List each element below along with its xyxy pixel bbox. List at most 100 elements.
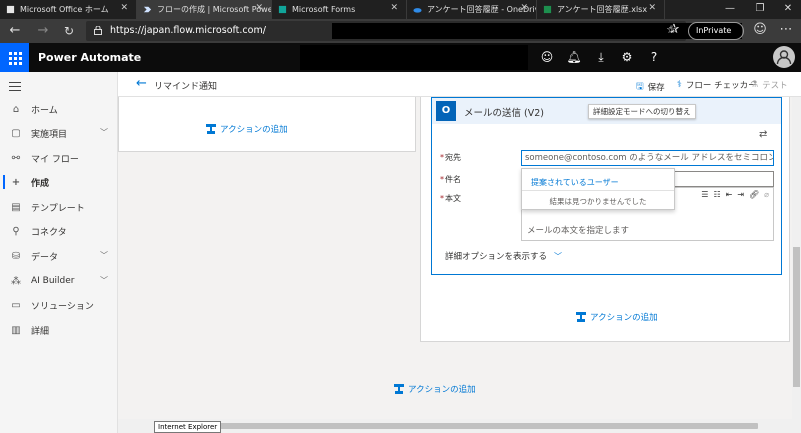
tab-onedrive[interactable]: アンケート回答履歴 - OneDrive ✕ xyxy=(407,0,537,19)
url-input[interactable]: https://japan.flow.microsoft.com/ ☆ xyxy=(86,21,742,41)
sidebar-item-ai-builder[interactable]: ⁂ AI Builder ﹀ xyxy=(0,269,118,293)
inprivate-badge[interactable]: InPrivate xyxy=(688,22,744,40)
avatar[interactable] xyxy=(773,46,795,68)
book-icon: ▥ xyxy=(11,324,21,336)
browser-tab-bar: Microsoft Office ホーム ✕ フローの作成 | Microsof… xyxy=(0,0,801,19)
minimize-icon[interactable]: — xyxy=(715,0,745,19)
add-action-icon xyxy=(576,312,586,322)
clipboard-icon: ▢ xyxy=(11,127,21,139)
chevron-down-icon: ﹀ xyxy=(100,251,108,260)
settings-gear-icon[interactable]: ⚙ xyxy=(613,43,641,72)
notifications-bell-icon[interactable]: 🔔︎ xyxy=(560,43,588,72)
forms-icon xyxy=(278,5,287,14)
app-launcher-icon[interactable] xyxy=(0,43,29,72)
feedback-smiley-icon[interactable]: ☺ xyxy=(533,43,561,72)
save-button[interactable]: 🖫︎ 保存 xyxy=(636,79,665,95)
refresh-icon[interactable]: ↻ xyxy=(60,22,78,40)
solutions-icon: ▭ xyxy=(11,299,21,311)
template-icon: ▤ xyxy=(11,201,21,213)
vertical-scrollbar[interactable] xyxy=(792,97,801,419)
people-suggestion-dropdown: 提案されているユーザー 結果は見つかりませんでした xyxy=(521,168,675,210)
divider xyxy=(522,190,674,191)
ai-builder-icon: ⁂ xyxy=(11,275,21,287)
flow-icon: ⚯ xyxy=(11,152,21,164)
tab-office-home[interactable]: Microsoft Office ホーム ✕ xyxy=(0,0,137,19)
to-input[interactable]: someone@contoso.com のようなメール アドレスをセミコロンで区… xyxy=(521,150,774,166)
forward-arrow-icon[interactable]: → xyxy=(34,22,52,40)
left-nav: ⌂ ホーム ▢ 実施項目 ﹀ ⚯ マイ フロー + 作成 ▤ テンプレート ⚲ … xyxy=(0,72,118,433)
add-action-icon xyxy=(206,124,216,134)
tab-forms[interactable]: Microsoft Forms ✕ xyxy=(272,0,407,19)
excel-icon xyxy=(543,5,552,14)
unlink-icon[interactable]: ⌀ xyxy=(764,190,769,199)
switch-mode-icon[interactable]: ⇄ xyxy=(759,129,767,140)
sidebar-item-my-flows[interactable]: ⚯ マイ フロー xyxy=(0,146,118,170)
bullet-list-icon[interactable]: ☰ xyxy=(701,190,708,199)
close-icon[interactable]: ✕ xyxy=(520,3,528,13)
flow-canvas: アクションの追加 アクションの追加 O メールの送信 (V2) ⇄ *宛先 so… xyxy=(118,97,792,419)
favorites-icon[interactable]: ✰ xyxy=(665,21,683,39)
hamburger-menu-icon[interactable] xyxy=(9,82,21,94)
outdent-icon[interactable]: ⇤ xyxy=(726,190,733,199)
app-name: Power Automate xyxy=(38,51,142,64)
sidebar-item-connectors[interactable]: ⚲ コネクタ xyxy=(0,219,118,243)
flask-icon: ⚗ xyxy=(750,80,759,90)
body-label: *本文 xyxy=(440,194,461,203)
test-button[interactable]: ⚗ テスト xyxy=(750,79,788,91)
link-icon[interactable]: 🔗︎ xyxy=(749,190,759,199)
switch-mode-tooltip: 詳細設定モードへの切り替え xyxy=(588,104,696,119)
sidebar-item-action-items[interactable]: ▢ 実施項目 ﹀ xyxy=(0,121,118,145)
scroll-thumb[interactable] xyxy=(793,247,800,387)
flow-checker-button[interactable]: ⚕ フロー チェッカー xyxy=(677,79,757,91)
save-icon: 🖫︎ xyxy=(636,82,644,92)
subject-label: *件名 xyxy=(440,175,461,184)
editor-toolbar: ☰ ☷ ⇤ ⇥ 🔗︎ ⌀ xyxy=(701,190,769,199)
close-icon[interactable]: ✕ xyxy=(390,3,398,13)
add-action-button[interactable]: アクションの追加 xyxy=(206,123,288,135)
add-action-button[interactable]: アクションの追加 xyxy=(394,383,476,395)
tab-power-automate[interactable]: フローの作成 | Microsoft Power ✕ xyxy=(137,0,272,19)
condition-branch-card: アクションの追加 xyxy=(118,97,416,152)
tab-excel[interactable]: アンケート回答履歴.xlsx ✕ xyxy=(537,0,665,19)
chevron-down-icon: ﹀ xyxy=(100,128,108,137)
back-arrow-icon[interactable]: ← xyxy=(136,76,147,91)
back-arrow-icon[interactable]: ← xyxy=(6,22,24,40)
power-automate-icon xyxy=(143,6,152,13)
close-icon[interactable]: ✕ xyxy=(255,3,263,13)
no-results-text: 結果は見つかりませんでした xyxy=(549,197,647,206)
to-label: *宛先 xyxy=(440,153,461,162)
download-icon[interactable]: ⤓ xyxy=(587,43,615,72)
stethoscope-icon: ⚕ xyxy=(677,80,682,90)
maximize-icon[interactable]: ❐ xyxy=(745,0,775,19)
sidebar-item-data[interactable]: ⛁ データ ﹀ xyxy=(0,244,118,268)
chevron-down-icon: ﹀ xyxy=(554,251,563,261)
sidebar-item-create[interactable]: + 作成 xyxy=(0,170,118,194)
flow-title: リマインド通知 xyxy=(154,82,218,92)
scroll-thumb[interactable] xyxy=(168,423,758,429)
sidebar-item-solutions[interactable]: ▭ ソリューション xyxy=(0,293,118,317)
show-advanced-options[interactable]: 詳細オプションを表示する ﹀ xyxy=(445,250,563,263)
close-icon[interactable]: ✕ xyxy=(120,3,128,13)
add-action-button[interactable]: アクションの追加 xyxy=(576,311,658,323)
lock-icon xyxy=(94,26,102,35)
office-icon xyxy=(6,5,15,14)
card-title: メールの送信 (V2) xyxy=(464,108,544,119)
ie-tooltip: Internet Explorer xyxy=(154,421,222,433)
help-icon[interactable]: ? xyxy=(640,43,668,72)
more-menu-icon[interactable]: ⋯ xyxy=(777,21,795,39)
indent-icon[interactable]: ⇥ xyxy=(737,190,744,199)
sidebar-item-home[interactable]: ⌂ ホーム xyxy=(0,97,118,121)
window-close-icon[interactable]: ✕ xyxy=(773,0,801,19)
sidebar-item-learn[interactable]: ▥ 詳細 xyxy=(0,318,118,342)
address-bar: ← → ↻ https://japan.flow.microsoft.com/ … xyxy=(0,19,801,43)
close-icon[interactable]: ✕ xyxy=(648,3,656,13)
home-icon: ⌂ xyxy=(12,103,20,115)
onedrive-icon xyxy=(413,8,422,13)
numbered-list-icon[interactable]: ☷ xyxy=(713,190,720,199)
connector-icon: ⚲ xyxy=(12,225,20,237)
app-header: Power Automate ☺ 🔔︎ ⤓ ⚙ ? xyxy=(0,43,801,72)
suggested-users-header: 提案されているユーザー xyxy=(531,178,619,187)
user-icon xyxy=(776,50,792,65)
emoji-icon[interactable]: ☺ xyxy=(751,21,769,39)
sidebar-item-templates[interactable]: ▤ テンプレート xyxy=(0,195,118,219)
